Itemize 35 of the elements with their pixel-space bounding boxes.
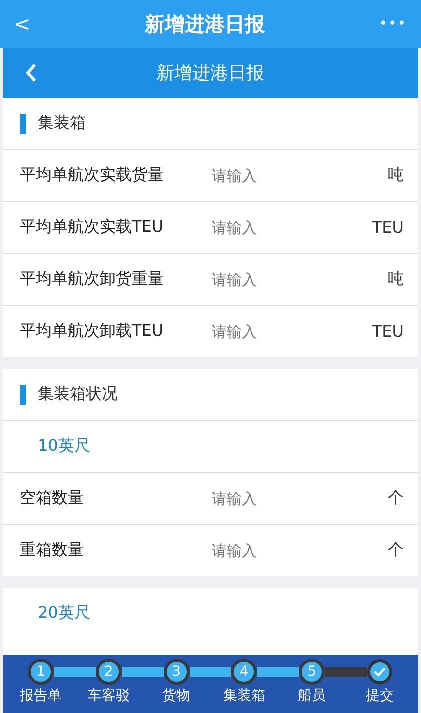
unit-label: TEU <box>372 218 404 237</box>
size-heading: 20英尺 <box>38 603 90 624</box>
step-badge[interactable]: 3 <box>164 659 190 685</box>
step-label[interactable]: 船员 <box>286 687 338 705</box>
app-title: 新增进港日报 <box>144 10 265 38</box>
section-marker-icon <box>20 114 26 134</box>
field-label: 平均单航次卸载TEU <box>20 321 165 342</box>
section-marker-icon <box>20 384 26 404</box>
unit-label: TEU <box>372 322 404 341</box>
step-label[interactable]: 报告单 <box>15 687 67 705</box>
field-label: 平均单航次实载货量 <box>20 165 165 186</box>
step-label[interactable]: 车客驳 <box>82 687 135 705</box>
unit-label: 吨 <box>388 269 404 290</box>
section-title: 集装箱状况 <box>38 384 118 405</box>
step-badge[interactable]: 1 <box>28 659 54 685</box>
size-heading: 10英尺 <box>38 436 90 457</box>
step-badge[interactable]: 4 <box>231 659 258 685</box>
step-badge[interactable]: 5 <box>299 659 326 685</box>
page-title: 新增进港日报 <box>156 62 264 85</box>
check-icon[interactable] <box>366 659 393 685</box>
more-button[interactable]: ••• <box>379 16 407 32</box>
unit-label: 个 <box>388 540 404 561</box>
step-label[interactable]: 货物 <box>150 687 203 705</box>
back-button[interactable]: < <box>14 12 31 36</box>
back-icon[interactable] <box>25 63 37 83</box>
field-label: 平均单航次卸货重量 <box>20 269 165 290</box>
step-label[interactable]: 集装箱 <box>218 687 270 705</box>
field-label: 平均单航次实载TEU <box>20 217 165 238</box>
field-label: 重箱数量 <box>20 540 85 561</box>
unit-label: 吨 <box>388 165 404 186</box>
step-label[interactable]: 提交 <box>354 687 406 705</box>
unit-label: 个 <box>388 488 404 509</box>
step-badge[interactable]: 2 <box>96 659 122 685</box>
field-label: 空箱数量 <box>20 488 85 509</box>
section-title: 集装箱 <box>38 113 86 134</box>
